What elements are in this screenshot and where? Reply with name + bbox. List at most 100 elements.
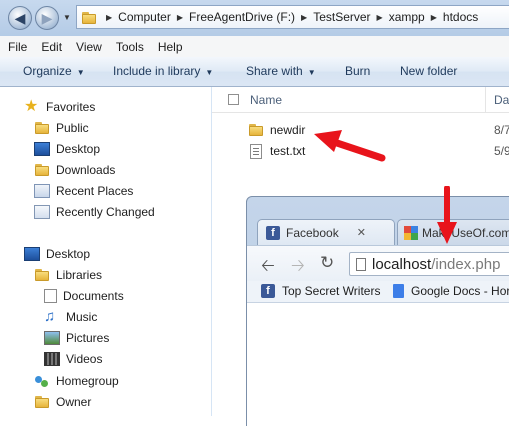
new-folder-button[interactable]: New folder — [400, 64, 457, 78]
include-label: Include in library — [113, 64, 201, 78]
browser-forward-button[interactable]: 🡢 — [291, 253, 305, 282]
column-divider[interactable] — [485, 87, 486, 113]
chevron-down-icon: ▼ — [205, 68, 214, 77]
tab-facebook[interactable]: f Facebook ✕ — [257, 219, 395, 245]
select-all-checkbox[interactable] — [228, 94, 239, 105]
nav-public-label: Public — [56, 121, 89, 135]
page-icon — [356, 257, 366, 271]
nav-videos-label: Videos — [66, 352, 103, 366]
menu-tools[interactable]: Tools — [116, 40, 144, 54]
column-name[interactable]: Name — [250, 93, 282, 107]
nav-public[interactable]: Public — [34, 118, 89, 138]
title-bar: ◀ ▶ ▼ ▶ Computer ▶ FreeAgentDrive (F:) ▶… — [0, 0, 509, 36]
recent-pages-dropdown-icon[interactable]: ▼ — [63, 13, 71, 22]
facebook-icon: f — [261, 284, 275, 298]
makeuseof-icon — [404, 225, 418, 240]
nav-downloads[interactable]: Downloads — [34, 160, 115, 180]
facebook-icon: f — [266, 225, 280, 240]
nav-favorites-label: Favorites — [46, 100, 96, 114]
music-icon: ♫ — [44, 308, 56, 325]
nav-pictures[interactable]: Pictures — [44, 328, 109, 348]
forward-button[interactable]: ▶ — [35, 6, 59, 30]
breadcrumb-testserver[interactable]: TestServer — [313, 10, 370, 24]
desktop-icon — [24, 247, 40, 261]
file-row-newdir[interactable]: newdir — [248, 120, 305, 140]
browser-toolbar: 🡠 🡢 ↻ localhost/index.php — [247, 245, 509, 281]
red-arrow-pointing-newdir — [314, 130, 386, 162]
tab-facebook-label: Facebook — [286, 225, 339, 240]
text-file-icon — [250, 143, 262, 159]
browser-back-button[interactable]: 🡠 — [261, 253, 275, 282]
burn-button[interactable]: Burn — [345, 64, 370, 78]
nav-downloads-label: Downloads — [56, 163, 116, 177]
recent-places-icon — [34, 184, 50, 198]
chevron-down-icon: ▼ — [307, 68, 316, 77]
chevron-right-icon[interactable]: ▶ — [106, 13, 112, 22]
nav-music-label: Music — [66, 310, 98, 324]
videos-icon — [44, 352, 60, 366]
nav-homegroup[interactable]: Homegroup — [34, 371, 119, 391]
file-name: newdir — [270, 123, 306, 137]
menu-file[interactable]: File — [8, 40, 27, 54]
nav-homegroup-label: Homegroup — [56, 374, 119, 388]
star-icon: ★ — [24, 98, 39, 115]
nav-desktop-fav-label: Desktop — [56, 142, 101, 156]
include-in-library-button[interactable]: Include in library ▼ — [113, 64, 213, 78]
bookmark-top-secret-writers[interactable]: f Top Secret Writers — [261, 284, 380, 298]
nav-desktop-favorite[interactable]: Desktop — [34, 139, 100, 159]
back-button[interactable]: ◀ — [8, 6, 32, 30]
menu-bar: File Edit View Tools Help — [0, 36, 509, 57]
nav-desktop-label: Desktop — [46, 247, 91, 261]
menu-edit[interactable]: Edit — [41, 40, 62, 54]
menu-view[interactable]: View — [76, 40, 102, 54]
chevron-right-icon[interactable]: ▶ — [377, 13, 383, 22]
command-bar: Organize ▼ Include in library ▼ Share with… — [0, 57, 509, 87]
nav-favorites[interactable]: ★ Favorites — [24, 97, 95, 117]
file-row-test-txt[interactable]: test.txt — [248, 141, 305, 161]
nav-libraries[interactable]: Libraries — [34, 265, 102, 285]
breadcrumb-computer[interactable]: Computer — [118, 10, 171, 24]
folder-icon — [248, 123, 264, 137]
url-bar[interactable]: localhost/index.php — [349, 252, 509, 276]
nav-music[interactable]: ♫ Music — [44, 307, 97, 327]
nav-videos[interactable]: Videos — [44, 349, 102, 369]
folder-icon — [34, 121, 50, 135]
nav-recently-changed[interactable]: Recently Changed — [34, 202, 155, 222]
close-icon[interactable]: ✕ — [357, 226, 366, 239]
user-folder-icon — [34, 395, 50, 409]
chevron-right-icon[interactable]: ▶ — [431, 13, 437, 22]
address-bar[interactable]: ▶ Computer ▶ FreeAgentDrive (F:) ▶ TestS… — [76, 5, 509, 29]
menu-help[interactable]: Help — [158, 40, 183, 54]
recently-changed-icon — [34, 205, 50, 219]
organize-label: Organize — [23, 64, 72, 78]
bookmark-label: Top Secret Writers — [282, 284, 381, 298]
breadcrumb-drive[interactable]: FreeAgentDrive (F:) — [189, 10, 295, 24]
file-name: test.txt — [270, 144, 306, 158]
organize-button[interactable]: Organize ▼ — [23, 64, 85, 78]
nav-owner-label: Owner — [56, 395, 92, 409]
nav-documents[interactable]: Documents — [44, 286, 124, 306]
chevron-right-icon[interactable]: ▶ — [177, 13, 183, 22]
nav-owner[interactable]: Owner — [34, 392, 91, 412]
chevron-right-icon[interactable]: ▶ — [301, 13, 307, 22]
folder-icon — [81, 11, 96, 24]
url-host: localhost — [372, 255, 432, 273]
chevron-down-icon: ▼ — [76, 68, 85, 77]
google-docs-icon — [393, 284, 404, 298]
browser-content-area[interactable] — [247, 303, 509, 433]
nav-recent-places-label: Recent Places — [56, 184, 134, 198]
nav-libraries-label: Libraries — [56, 268, 103, 282]
breadcrumb-xampp[interactable]: xampp — [389, 10, 425, 24]
pictures-icon — [44, 331, 60, 345]
share-with-button[interactable]: Share with ▼ — [246, 64, 316, 78]
downloads-folder-icon — [34, 163, 50, 177]
reload-button[interactable]: ↻ — [320, 253, 334, 273]
nav-documents-label: Documents — [63, 289, 124, 303]
column-date[interactable]: Dat — [494, 93, 509, 107]
bookmark-google-docs[interactable]: Google Docs - Hor — [393, 284, 509, 298]
breadcrumb-htdocs[interactable]: htdocs — [443, 10, 478, 24]
column-header: Name Dat — [212, 87, 509, 113]
nav-recent-places[interactable]: Recent Places — [34, 181, 133, 201]
file-date: 5/9 — [494, 144, 509, 158]
nav-desktop[interactable]: Desktop — [24, 244, 90, 264]
